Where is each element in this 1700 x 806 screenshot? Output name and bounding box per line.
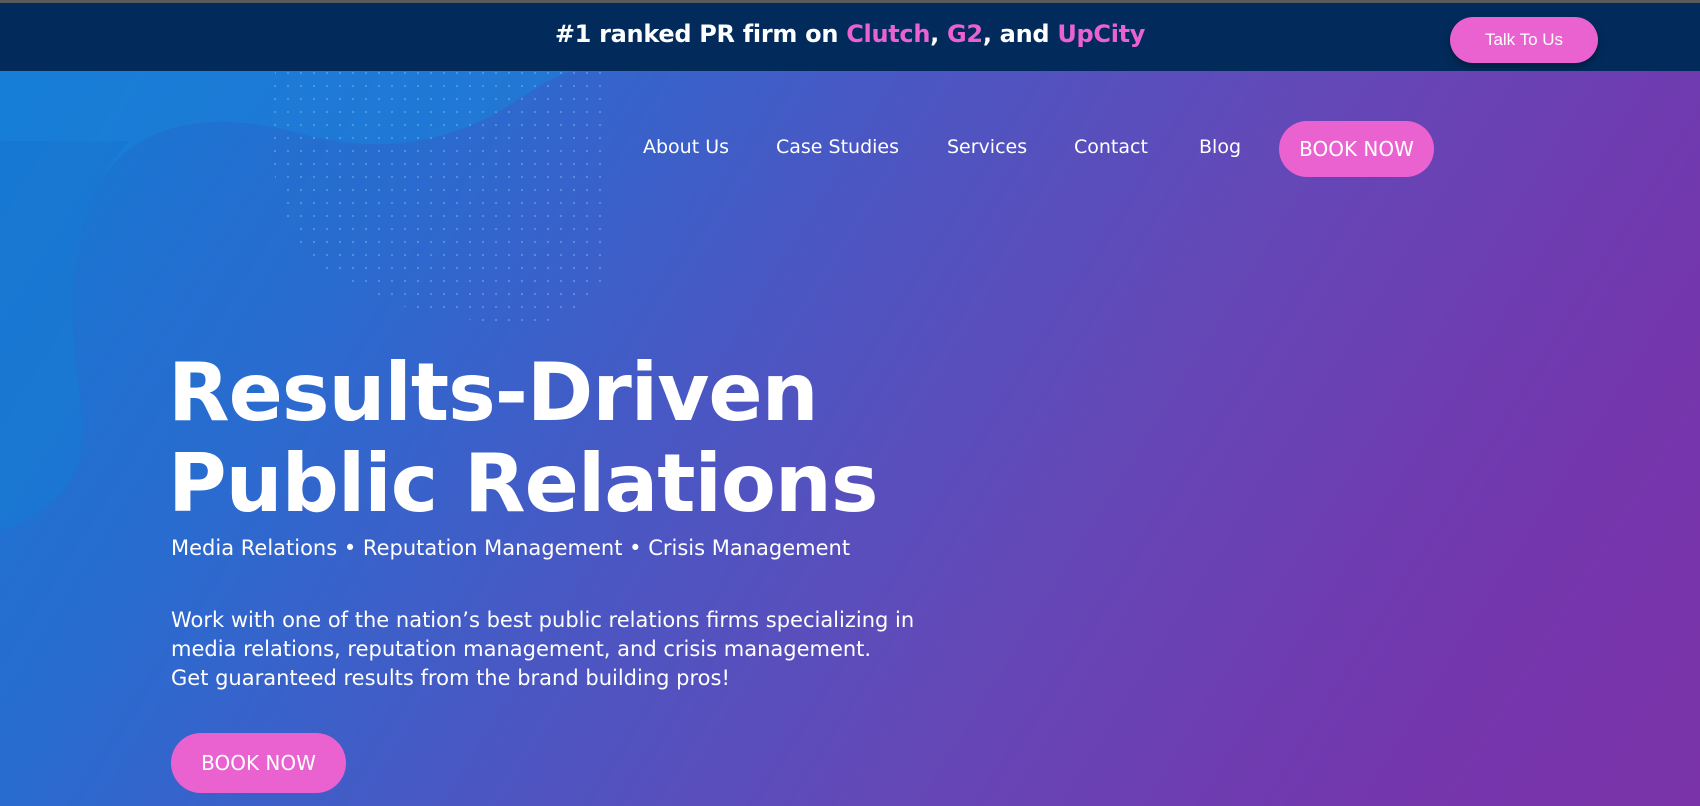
dot-pattern [272,71,610,324]
hero-description-line: media relations, reputation management, … [171,637,872,661]
announcement-bar: #1 ranked PR firm on Clutch, G2, and UpC… [0,0,1700,71]
nav-about-us[interactable]: About Us [643,136,729,158]
hero-section: About Us Case Studies Services Contact B… [0,71,1700,806]
talk-to-us-button[interactable]: Talk To Us [1450,17,1598,63]
hero-description: Work with one of the nation’s best publi… [171,606,931,693]
page: #1 ranked PR firm on Clutch, G2, and UpC… [0,0,1700,806]
announcement-separator: , [930,20,947,48]
hero-headline-line: Results-Driven [168,346,819,439]
nav-book-now-button[interactable]: BOOK NOW [1279,121,1434,177]
hero-headline: Results-Driven Public Relations [168,346,878,530]
announcement-prefix: #1 ranked PR firm on [554,20,847,48]
brand-upcity: UpCity [1057,20,1146,48]
hero-description-line: Work with one of the nation’s best publi… [171,608,915,632]
hero-book-now-button[interactable]: BOOK NOW [171,733,346,793]
brand-clutch: Clutch [846,20,931,48]
hero-headline-line: Public Relations [168,437,878,530]
background-blob-lower [0,141,130,531]
nav-blog[interactable]: Blog [1199,136,1241,158]
hero-subheadline: Media Relations • Reputation Management … [171,536,851,560]
hero-description-line: Get guaranteed results from the brand bu… [171,666,730,690]
announcement-separator: , and [982,20,1058,48]
nav-services[interactable]: Services [947,136,1027,158]
announcement-message: #1 ranked PR firm on Clutch, G2, and UpC… [0,20,1700,48]
nav-contact[interactable]: Contact [1074,136,1148,158]
brand-g2: G2 [947,20,983,48]
nav-case-studies[interactable]: Case Studies [776,136,899,158]
